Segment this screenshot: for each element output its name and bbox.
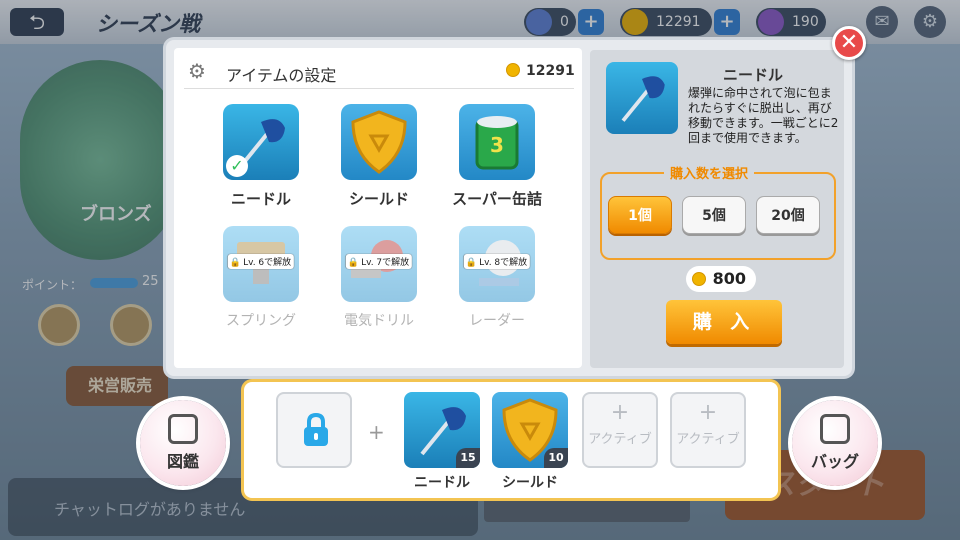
coin-balance: 12291 xyxy=(506,63,575,79)
price-tag: 800 xyxy=(686,266,756,292)
empty-slot-label: アクティブ xyxy=(676,432,740,447)
lock-icon: 🔒 xyxy=(465,258,478,268)
item-label: シールド xyxy=(348,190,409,208)
quantity-selector: 購入数を選択 1個 5個 20個 xyxy=(600,163,836,260)
unlock-level-badge: 🔒 Lv. 6で解放 xyxy=(227,254,295,269)
equipped-slots-bar: + 15 ニードル 10 シールド + アクティブ + アクティブ xyxy=(244,382,778,498)
coin-icon xyxy=(506,63,520,77)
item-list-pane: ⚙ アイテムの設定 12291 ✓ ニードル シールド 3 スーパー缶詰 🔒 L… xyxy=(174,48,582,368)
plus-icon: + xyxy=(610,400,630,425)
empty-slot-active[interactable]: + アクティブ xyxy=(670,392,746,468)
item-label: 電気ドリル xyxy=(344,313,414,329)
slot-label: ニードル xyxy=(414,475,470,491)
slot-label: シールド xyxy=(502,475,558,491)
unlock-level-badge: 🔒 Lv. 7で解放 xyxy=(345,254,413,269)
shield-icon xyxy=(341,104,417,180)
check-icon: ✓ xyxy=(226,155,248,177)
item-description: 爆弾に命中されて泡に包まれたらすぐに脱出し、再び移動できます。一戦ごとに2回まで… xyxy=(688,86,839,145)
qty-5-button[interactable]: 5個 xyxy=(682,196,746,234)
item-label: スーパー缶詰 xyxy=(452,190,542,208)
bag-label: バッグ xyxy=(810,452,859,471)
empty-slot-active[interactable]: + アクティブ xyxy=(582,392,658,468)
collection-button[interactable]: 図鑑 xyxy=(140,400,226,486)
item-shield[interactable]: シールド xyxy=(324,104,434,209)
qty-20-button[interactable]: 20個 xyxy=(756,196,820,234)
needle-icon: ✓ xyxy=(223,104,299,180)
item-label: ニードル xyxy=(230,190,291,208)
slot-shield[interactable]: 10 xyxy=(492,392,568,468)
lock-icon: 🔒 xyxy=(347,258,360,268)
item-label: レーダー xyxy=(469,313,525,329)
needle-icon xyxy=(606,62,678,134)
book-icon xyxy=(168,414,198,444)
item-electric-drill: 🔒 Lv. 7で解放 電気ドリル xyxy=(324,226,434,330)
plus-icon: + xyxy=(368,420,385,444)
dialog-title: アイテムの設定 xyxy=(226,66,337,85)
item-label: スプリング xyxy=(226,313,296,329)
divider xyxy=(184,88,574,89)
quantity-label: 購入数を選択 xyxy=(664,163,755,182)
empty-slot-label: アクティブ xyxy=(588,432,652,447)
item-detail-pane: ニードル 爆弾に命中されて泡に包まれたらすぐに脱出し、再び移動できます。一戦ごと… xyxy=(590,50,844,368)
item-needle[interactable]: ✓ ニードル xyxy=(206,104,316,209)
slot-needle[interactable]: 15 xyxy=(404,392,480,468)
item-settings-dialog: ⚙ アイテムの設定 12291 ✓ ニードル シールド 3 スーパー缶詰 🔒 L… xyxy=(166,40,852,376)
item-super-can[interactable]: 3 スーパー缶詰 xyxy=(442,104,552,209)
buy-button[interactable]: 購 入 xyxy=(666,300,782,344)
close-button[interactable]: ✕ xyxy=(832,26,866,60)
svg-text:3: 3 xyxy=(490,133,504,157)
plus-icon: + xyxy=(698,400,718,425)
lock-icon: 🔒 xyxy=(229,258,242,268)
item-radar: 🔒 Lv. 8で解放 レーダー xyxy=(442,226,552,330)
item-spring: 🔒 Lv. 6で解放 スプリング xyxy=(206,226,316,330)
qty-1-button[interactable]: 1個 xyxy=(608,196,672,234)
collection-label: 図鑑 xyxy=(166,452,199,471)
padlock-icon xyxy=(304,412,328,446)
item-count: 10 xyxy=(544,448,568,468)
coin-icon xyxy=(692,272,706,286)
gear-icon: ⚙ xyxy=(188,59,206,83)
unlock-level-badge: 🔒 Lv. 8で解放 xyxy=(463,254,531,269)
item-count: 15 xyxy=(456,448,480,468)
item-name: ニードル xyxy=(722,66,783,84)
bag-button[interactable]: バッグ xyxy=(792,400,878,486)
can-icon: 3 xyxy=(459,104,535,180)
bag-icon xyxy=(820,414,850,444)
locked-slot xyxy=(276,392,352,468)
